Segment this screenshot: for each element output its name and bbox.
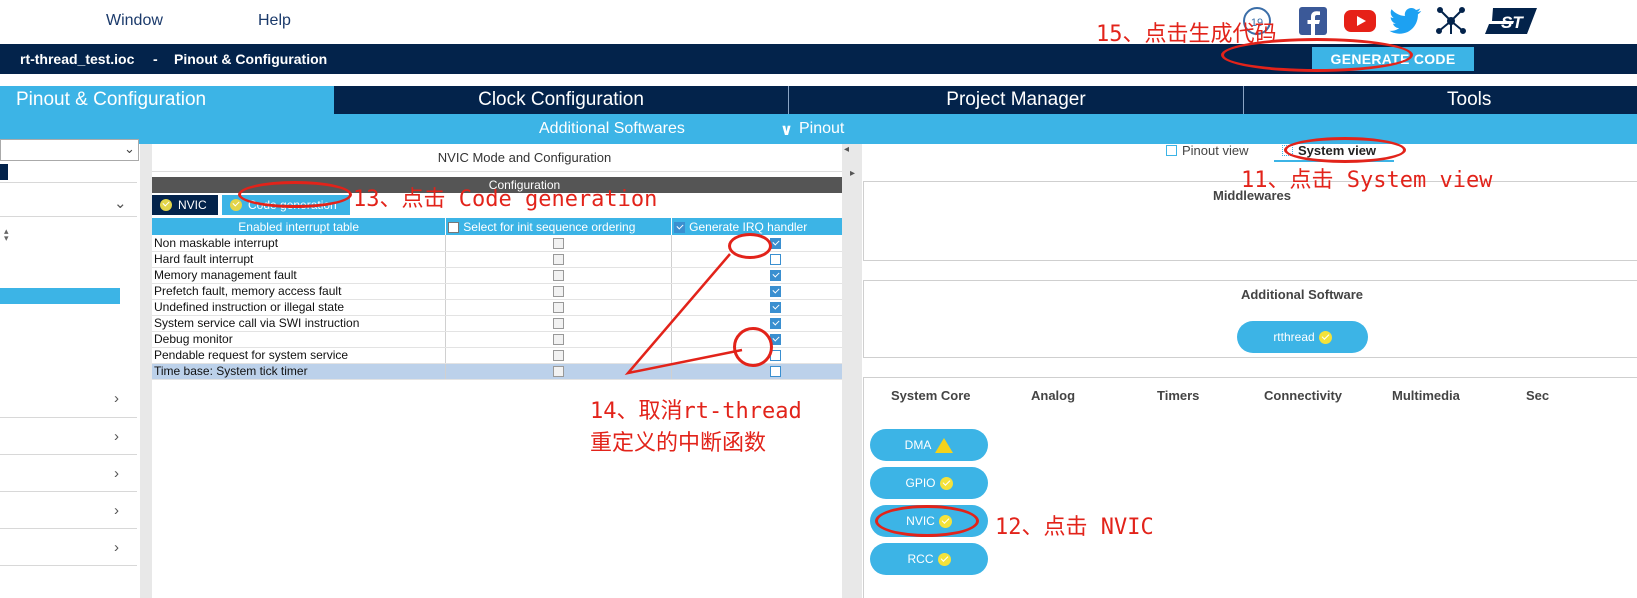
annotation-step13: 13、点击 Code generation [353,187,658,212]
annotation-ring-nvic [875,505,979,537]
annotation-ring-hard-fault [728,233,772,259]
annotation-step14-line2: 重定义的中断函数 [590,431,767,456]
annotation-ring-pendable-systick [733,327,773,367]
annotation-arrows [624,253,743,375]
annotation-ring-code-generation [238,181,352,208]
annotation-ring-system-view [1284,137,1406,163]
annotation-step11: 11、点击 System view [1241,168,1493,193]
stm32cubemx-window: Window Help 19 ST rt-thread_test.ioc - P… [0,0,1637,598]
annotation-step14-line1: 14、取消rt-thread [590,399,802,424]
annotation-step15: 15、点击生成代码 [1096,22,1277,47]
annotation-step12: 12、点击 NVIC [995,515,1154,540]
